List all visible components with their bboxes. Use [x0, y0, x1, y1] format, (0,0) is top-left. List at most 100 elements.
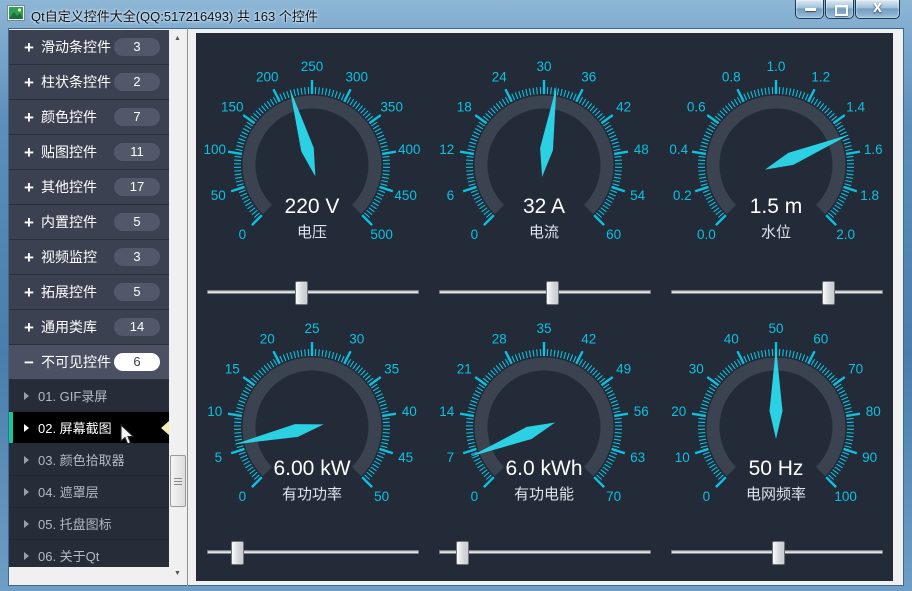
minor-tick	[608, 394, 614, 397]
minimize-button[interactable]	[795, 0, 824, 19]
minor-tick	[244, 461, 250, 464]
minor-tick	[846, 149, 853, 150]
title-bar[interactable]: Qt自定义控件大全(QQ:517216493) 共 163 个控件 X	[0, 0, 912, 28]
slider-电压[interactable]	[207, 277, 419, 307]
scroll-up-icon[interactable]: ▲	[169, 30, 186, 47]
sidebar-category-7[interactable]: +视频监控3	[9, 240, 169, 275]
minor-tick	[252, 210, 257, 214]
sidebar-category-5[interactable]: +其他控件17	[9, 170, 169, 205]
slider-track[interactable]	[671, 290, 883, 294]
sidebar-item-6[interactable]: 06. 关于Qt	[9, 540, 169, 567]
sidebar-item-2[interactable]: 02. 屏幕截图	[9, 412, 169, 444]
scale-label: 1.6	[864, 142, 883, 157]
sidebar-category-6[interactable]: +内置控件5	[9, 205, 169, 240]
minor-tick	[716, 472, 721, 476]
minor-tick	[375, 129, 381, 132]
major-tick	[695, 187, 708, 191]
minor-tick	[844, 184, 851, 186]
slider-thumb[interactable]	[295, 281, 308, 305]
minor-tick	[241, 394, 247, 397]
slider-水位[interactable]	[671, 277, 883, 307]
major-tick	[601, 115, 612, 123]
slider-电流[interactable]	[439, 277, 651, 307]
minor-tick	[765, 350, 766, 357]
maximize-button[interactable]	[825, 0, 854, 19]
minor-tick	[488, 111, 493, 116]
minor-tick	[847, 156, 854, 157]
splitter[interactable]	[187, 28, 188, 586]
scale-label: 30	[349, 332, 364, 347]
minor-tick	[356, 365, 360, 371]
minor-tick	[783, 87, 784, 94]
minor-tick	[381, 408, 388, 410]
scale-label: 0.4	[669, 142, 688, 157]
minor-tick	[537, 87, 538, 94]
minor-tick	[240, 455, 246, 458]
minor-tick	[287, 91, 289, 98]
slider-有功电能[interactable]	[439, 537, 651, 567]
slider-thumb[interactable]	[822, 281, 835, 305]
minor-tick	[493, 106, 498, 111]
close-button[interactable]: X	[855, 0, 900, 19]
major-tick	[707, 377, 718, 385]
slider-thumb[interactable]	[772, 541, 785, 565]
minor-tick	[698, 418, 705, 419]
category-label: 内置控件	[41, 212, 114, 232]
scroll-down-icon[interactable]: ▼	[169, 565, 186, 582]
slider-thumb[interactable]	[456, 541, 469, 565]
minor-tick	[601, 470, 607, 474]
minor-tick	[817, 363, 821, 369]
minor-tick	[700, 408, 707, 410]
minor-tick	[737, 359, 740, 365]
minor-tick	[841, 193, 847, 196]
slider-thumb[interactable]	[231, 541, 244, 565]
minor-tick	[479, 467, 485, 471]
minor-tick	[471, 401, 478, 403]
category-label: 颜色控件	[41, 107, 114, 127]
minor-tick	[844, 446, 851, 448]
gauge-svg: 0.00.20.40.60.81.01.21.41.61.82.01.5 m水位	[661, 37, 893, 280]
minor-tick	[477, 464, 483, 468]
slider-track[interactable]	[439, 290, 651, 294]
minor-tick	[606, 199, 612, 202]
minor-tick	[843, 401, 850, 403]
minor-tick	[846, 411, 853, 412]
slider-thumb[interactable]	[546, 281, 559, 305]
slider-track[interactable]	[207, 290, 419, 294]
scrollbar-thumb[interactable]	[170, 455, 186, 507]
minor-tick	[239, 452, 246, 454]
sidebar-category-4[interactable]: +贴图控件11	[9, 135, 169, 170]
minor-tick	[802, 354, 805, 361]
sidebar-category-1[interactable]: +滑动条控件3	[9, 30, 169, 65]
category-count-badge: 7	[114, 108, 160, 126]
minor-tick	[789, 88, 790, 95]
minor-tick	[579, 359, 582, 365]
minor-tick	[705, 394, 711, 397]
sidebar-item-1[interactable]: 01. GIF录屏	[9, 380, 169, 412]
sidebar-category-9[interactable]: +通用类库14	[9, 310, 169, 345]
minor-tick	[829, 375, 834, 380]
minor-tick	[744, 356, 747, 362]
sidebar-category-8[interactable]: +拓展控件5	[9, 275, 169, 310]
client-area: +滑动条控件3+柱状条控件2+颜色控件7+贴图控件11+其他控件17+内置控件5…	[8, 28, 904, 586]
minor-tick	[557, 350, 558, 357]
minor-tick	[484, 210, 489, 214]
major-tick	[380, 187, 393, 191]
minor-tick	[519, 353, 521, 360]
slider-track[interactable]	[439, 550, 651, 554]
sidebar-item-3[interactable]: 03. 颜色拾取器	[9, 444, 169, 476]
minor-tick	[468, 146, 475, 148]
minor-tick	[822, 106, 827, 111]
slider-电网频率[interactable]	[671, 537, 883, 567]
major-tick	[231, 449, 244, 453]
minor-tick	[287, 353, 289, 360]
sidebar-category-3[interactable]: +颜色控件7	[9, 100, 169, 135]
sidebar-item-4[interactable]: 04. 遮罩层	[9, 476, 169, 508]
sidebar-item-5[interactable]: 05. 托盘图标	[9, 508, 169, 540]
sidebar-category-2[interactable]: +柱状条控件2	[9, 65, 169, 100]
sidebar-scrollbar[interactable]: ▲ ▼	[169, 30, 186, 582]
slider-有功功率[interactable]	[207, 537, 419, 567]
sidebar-category-10[interactable]: −不可见控件6	[9, 345, 169, 380]
minor-tick	[373, 464, 379, 468]
gauge-panel: 050100150200250300350400450500220 V电压061…	[196, 33, 893, 581]
